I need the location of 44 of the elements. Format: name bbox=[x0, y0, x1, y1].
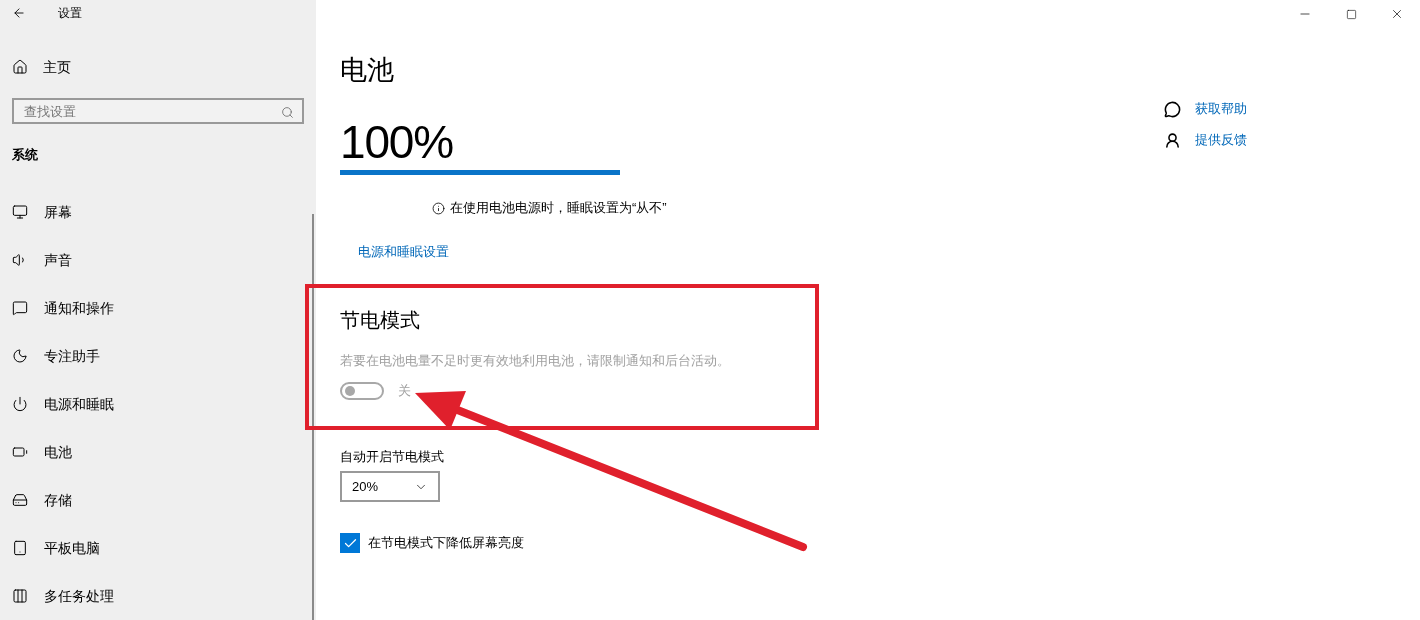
sidebar-item[interactable]: 存储 bbox=[0, 476, 316, 524]
close-icon bbox=[1390, 7, 1404, 21]
page-title: 电池 bbox=[340, 53, 395, 87]
back-button[interactable] bbox=[12, 5, 26, 20]
checkbox-label: 在节电模式下降低屏幕亮度 bbox=[368, 534, 524, 553]
moon-icon bbox=[12, 348, 28, 364]
power-sleep-link[interactable]: 电源和睡眠设置 bbox=[358, 242, 449, 262]
sidebar-item[interactable]: 通知和操作 bbox=[0, 284, 316, 332]
power-icon bbox=[12, 396, 28, 412]
window-title: 设置 bbox=[58, 4, 82, 22]
sidebar-item[interactable]: 多任务处理 bbox=[0, 572, 316, 620]
sidebar-item[interactable]: 屏幕 bbox=[0, 188, 316, 236]
search-icon bbox=[281, 105, 294, 119]
home-link[interactable]: 主页 bbox=[0, 54, 316, 80]
section-title: 节电模式 bbox=[340, 308, 421, 333]
auto-saver-label: 自动开启节电模式 bbox=[340, 448, 445, 467]
drive-icon bbox=[12, 492, 28, 508]
section-heading: 系统 bbox=[11, 146, 39, 165]
sidebar-item[interactable]: 电池 bbox=[0, 428, 316, 476]
help-link[interactable]: 提供反馈 bbox=[1195, 130, 1247, 150]
sidebar-item[interactable]: 平板电脑 bbox=[0, 524, 316, 572]
toggle-state: 关 bbox=[398, 382, 411, 401]
sidebar-item[interactable]: 声音 bbox=[0, 236, 316, 284]
tablet-icon bbox=[12, 540, 28, 556]
help-link[interactable]: 获取帮助 bbox=[1195, 99, 1247, 119]
maximize-icon bbox=[1345, 8, 1357, 20]
scrollbar[interactable] bbox=[312, 214, 314, 620]
chat-bubble-icon bbox=[1163, 100, 1181, 118]
battery-percent: 100% bbox=[340, 116, 455, 168]
monitor-icon bbox=[12, 204, 28, 220]
toggle-switch[interactable] bbox=[340, 382, 384, 400]
sidebar-item[interactable]: 电源和睡眠 bbox=[0, 380, 316, 428]
saver-description: 若要在电池电量不足时更有效地利用电池，请限制通知和后台活动。 bbox=[340, 352, 731, 371]
checkbox[interactable] bbox=[340, 533, 360, 553]
threshold-dropdown[interactable]: 20% bbox=[340, 471, 440, 502]
home-icon bbox=[12, 59, 28, 76]
search-field[interactable]: 查找设置 bbox=[12, 97, 304, 125]
speech-bubble-icon bbox=[12, 300, 28, 316]
sidebar-item[interactable]: 专注助手 bbox=[0, 332, 316, 380]
person-icon bbox=[1163, 131, 1181, 149]
columns-icon bbox=[12, 588, 28, 604]
battery-icon bbox=[12, 444, 28, 460]
info-icon bbox=[432, 201, 445, 215]
sleep-note: 在使用电池电源时，睡眠设置为“从不” bbox=[450, 199, 667, 218]
